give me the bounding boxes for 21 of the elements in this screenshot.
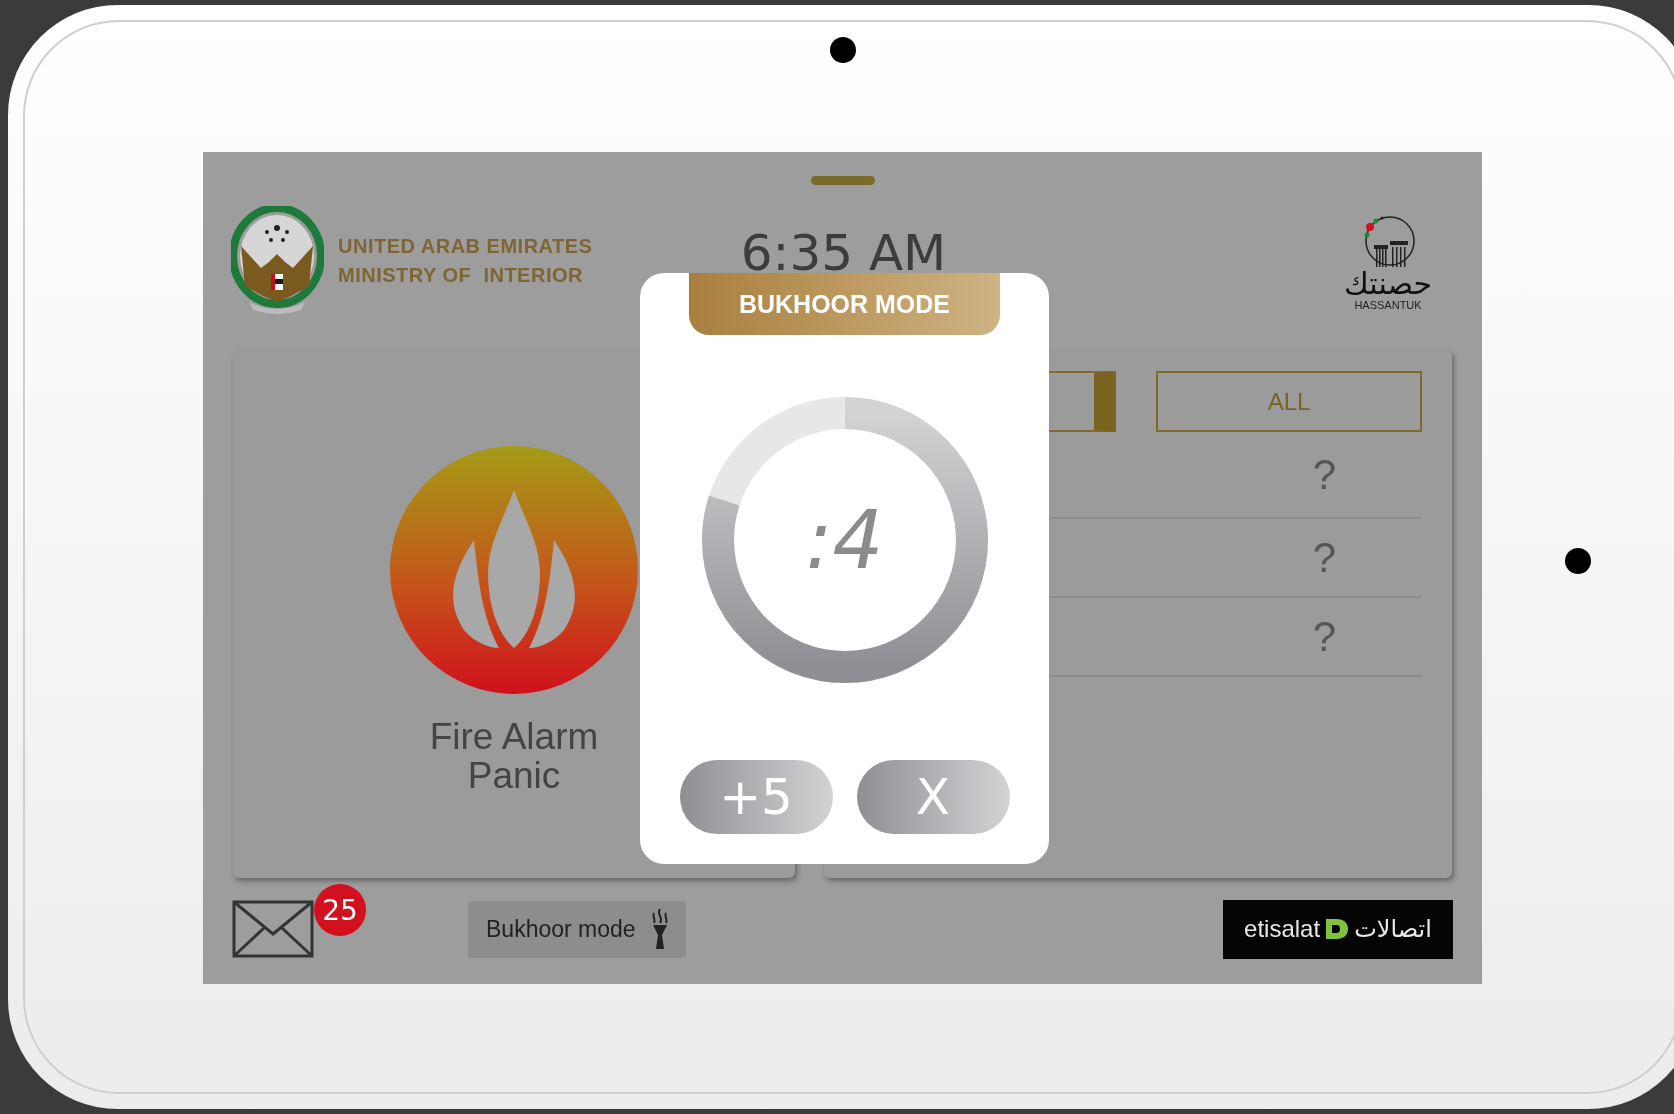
zone-status: ? (1312, 612, 1336, 661)
dialog-button[interactable]: +5 (679, 760, 833, 834)
drag-handle[interactable] (810, 176, 875, 185)
brand-name: HASSANTUK (1354, 299, 1422, 311)
carrier-name-arabic: اتصالات (1354, 915, 1432, 943)
zone-status: ? (1312, 450, 1336, 499)
filter-tab[interactable]: ALL (1156, 371, 1422, 432)
zone-status: ? (1312, 533, 1336, 582)
brand-name-arabic: حصنتك (1344, 269, 1432, 299)
sensor-dot (1565, 548, 1591, 574)
organization-name: MINISTRY OF INTERIOR (338, 264, 584, 287)
organization-name: UNITED ARAB EMIRATES (338, 235, 593, 258)
message-count-badge: 25 (314, 884, 366, 936)
carrier-name: etisalat (1244, 915, 1321, 943)
dialog-button[interactable]: X (856, 760, 1010, 834)
alarm-label: Fire Alarm Panic (428, 718, 600, 796)
mail-icon[interactable] (232, 900, 314, 958)
camera-dot (830, 37, 856, 63)
bukhoor-mode-button[interactable]: Bukhoor mode (468, 900, 686, 958)
dialog-title: BUKHOOR MODE (689, 273, 1000, 335)
carrier-mark-icon (1324, 917, 1351, 941)
